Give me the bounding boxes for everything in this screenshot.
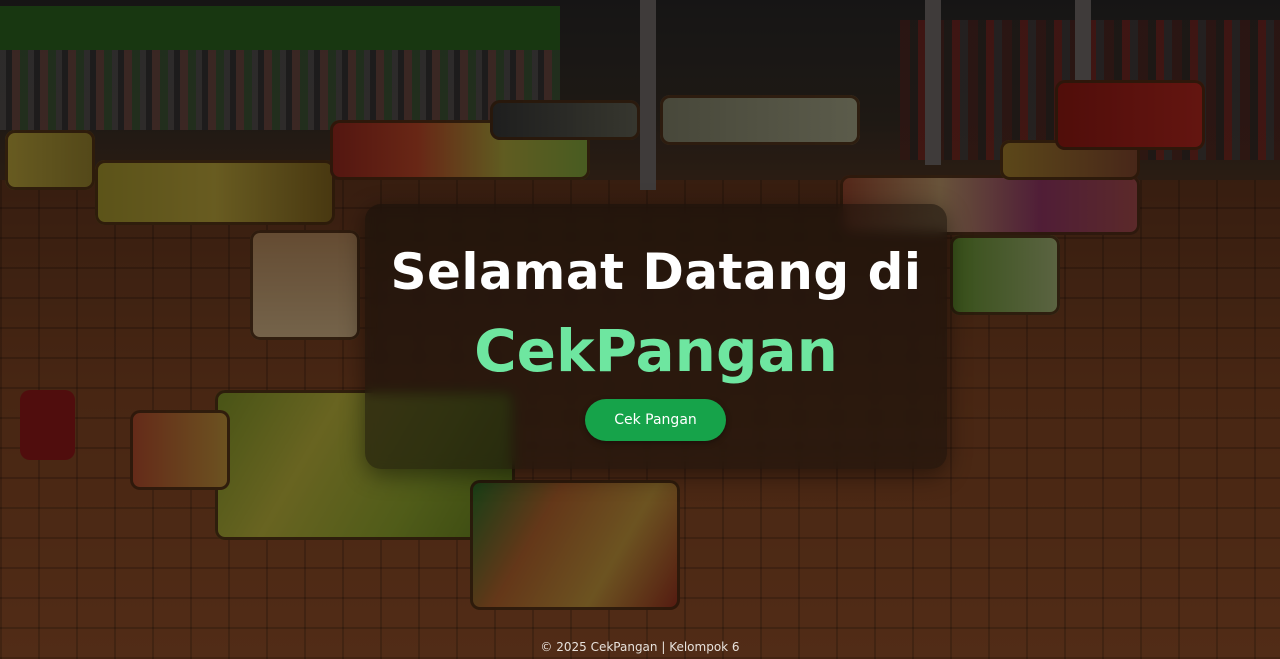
footer: © 2025 CekPangan | Kelompok 6	[0, 639, 1280, 655]
footer-text: © 2025 CekPangan | Kelompok 6	[540, 640, 740, 654]
cek-pangan-button[interactable]: Cek Pangan	[585, 399, 726, 441]
hero-brand-name: CekPangan	[474, 317, 838, 385]
hero-title: Selamat Datang di	[390, 243, 922, 301]
hero-card: Selamat Datang di CekPangan Cek Pangan	[365, 204, 947, 469]
